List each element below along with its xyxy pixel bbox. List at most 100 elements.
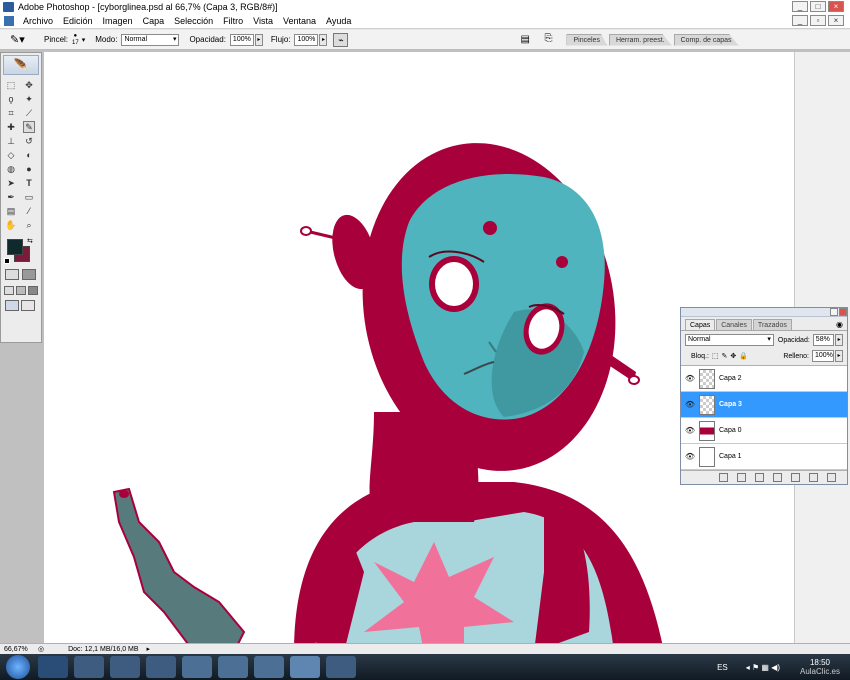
standard-mode-icon[interactable] [5,269,19,280]
panel-minimize-button[interactable] [830,308,838,316]
move-tool-icon[interactable]: ✥ [23,79,35,91]
layer-opacity-input[interactable]: 58% [812,334,835,346]
clock[interactable]: 18:50 AulaClic.es [800,658,840,676]
tab-capas[interactable]: Capas [685,319,716,330]
internet-explorer-icon[interactable] [38,656,68,678]
zoom-level[interactable]: 66,67% [4,646,34,653]
panel-close-button[interactable] [839,308,847,316]
screen-mode-full-menu-icon[interactable] [16,286,26,295]
tab-canales[interactable]: Canales [716,319,752,330]
opacity-input[interactable]: 100% [229,33,254,46]
network-app-icon[interactable] [182,656,212,678]
status-menu-icon[interactable]: ▸ [147,645,151,653]
menu-ventana[interactable]: Ventana [278,14,321,29]
adjustment-layer-icon[interactable] [773,473,782,482]
visibility-eye-icon[interactable]: 👁 [681,374,699,383]
quick-mask-icon[interactable] [22,269,36,280]
menu-filtro[interactable]: Filtro [218,14,248,29]
status-arrow-icon[interactable]: ◎ [38,645,44,653]
blur-tool-icon[interactable]: ◍ [5,163,17,175]
menu-ayuda[interactable]: Ayuda [321,14,356,29]
close-button[interactable]: × [828,1,844,12]
media-player-icon[interactable] [110,656,140,678]
tab-trazados[interactable]: Trazados [752,319,792,330]
paint-bucket-tool-icon[interactable]: ◐ [23,149,35,161]
marquee-tool-icon[interactable]: ⬚ [5,79,17,91]
lasso-tool-icon[interactable]: ϙ [5,93,17,105]
mode-select[interactable]: Normal ▾ [121,33,180,46]
trash-icon[interactable] [827,473,836,482]
swap-colors-icon[interactable]: ⇆ [27,237,33,245]
flow-slider-button[interactable]: ▸ [319,33,328,46]
layer-row-capa-3[interactable]: 👁 Capa 3 [681,392,847,418]
lock-position-icon[interactable]: ✥ [730,352,736,360]
folder-icon[interactable] [74,656,104,678]
magic-wand-tool-icon[interactable]: ✦ [23,93,35,105]
visibility-eye-icon[interactable]: 👁 [681,426,699,435]
shape-tool-icon[interactable]: ▭ [23,191,35,203]
fill-input[interactable]: 100% [812,350,834,362]
notes-tool-icon[interactable]: ▤ [5,205,17,217]
brush-preset-picker[interactable]: ● 17 [72,33,79,47]
crop-tool-icon[interactable]: ⌗ [5,107,17,119]
menu-seleccion[interactable]: Selección [169,14,218,29]
language-indicator[interactable]: ES [717,663,728,672]
dodge-tool-icon[interactable]: ● [23,163,35,175]
new-layer-icon[interactable] [809,473,818,482]
flow-input[interactable]: 100% [294,33,319,46]
lock-pixels-icon[interactable]: ✎ [722,352,728,360]
fill-slider-button[interactable]: ▸ [835,350,843,362]
maximize-button[interactable]: □ [810,1,826,12]
tab-pinceles[interactable]: Pinceles [566,33,607,46]
layer-row-capa-0[interactable]: 👁 Capa 0 [681,418,847,444]
link-layers-icon[interactable] [719,473,728,482]
screen-mode-standard-icon[interactable] [4,286,14,295]
brush-tool-active-icon[interactable]: ✎ [23,121,35,133]
eyedropper-tool-icon[interactable]: ⁄ [23,205,35,217]
eraser-tool-icon[interactable]: ◇ [5,149,17,161]
palette-well-icon[interactable]: ▤ [520,34,532,46]
tab-herram-preest[interactable]: Herram. preest. [608,33,672,46]
lock-transparency-icon[interactable]: ⬚ [712,352,719,360]
menu-archivo[interactable]: Archivo [18,14,58,29]
brush-dropdown-icon[interactable]: ▾ [82,36,86,44]
app-icon[interactable] [146,656,176,678]
visibility-eye-icon[interactable]: 👁 [681,400,699,409]
feather-logo-icon[interactable]: 🪶 [3,55,39,75]
clone-stamp-tool-icon[interactable]: ⊥ [5,135,17,147]
chrome-icon[interactable] [254,656,284,678]
slice-tool-icon[interactable]: ⟋ [23,107,35,119]
photoshop-taskbar-icon[interactable] [290,656,320,678]
new-group-icon[interactable] [791,473,800,482]
panel-menu-icon[interactable]: ◉ [836,320,843,329]
brush-tool-icon[interactable]: ✎▾ [10,33,30,46]
type-tool-icon[interactable]: T [23,177,35,189]
tray-icons[interactable]: ◂ ⚑ ▦ ◀) [746,663,780,672]
history-brush-tool-icon[interactable]: ↺ [23,135,35,147]
device-app-icon[interactable] [218,656,248,678]
menu-capa[interactable]: Capa [138,14,170,29]
menu-vista[interactable]: Vista [248,14,278,29]
default-colors-icon[interactable] [4,258,10,264]
itunes-icon[interactable] [326,656,356,678]
healing-brush-tool-icon[interactable]: ✚ [5,121,17,133]
edit-in-imageready-icon[interactable] [21,300,35,311]
pen-tool-icon[interactable]: ✒ [5,191,17,203]
path-selection-tool-icon[interactable]: ➤ [5,177,17,189]
doc-restore-button[interactable]: ▫ [810,15,826,26]
layers-panel-titlebar[interactable] [681,308,847,317]
visibility-eye-icon[interactable]: 👁 [681,452,699,461]
opacity-slider-button[interactable]: ▸ [254,33,263,46]
airbrush-icon[interactable]: ⌁ [333,32,349,47]
menu-edicion[interactable]: Edición [58,14,98,29]
lock-all-icon[interactable]: 🔒 [739,352,748,360]
jump-to-imageready-icon[interactable] [5,300,19,311]
start-button-icon[interactable] [6,655,30,679]
layer-mask-icon[interactable] [755,473,764,482]
layer-row-capa-1[interactable]: 👁 Capa 1 [681,444,847,470]
foreground-color-swatch[interactable] [7,239,23,255]
menu-imagen[interactable]: Imagen [98,14,138,29]
layer-style-icon[interactable] [737,473,746,482]
doc-minimize-button[interactable]: _ [792,15,808,26]
tab-comp-de-capas[interactable]: Comp. de capas [673,33,739,46]
